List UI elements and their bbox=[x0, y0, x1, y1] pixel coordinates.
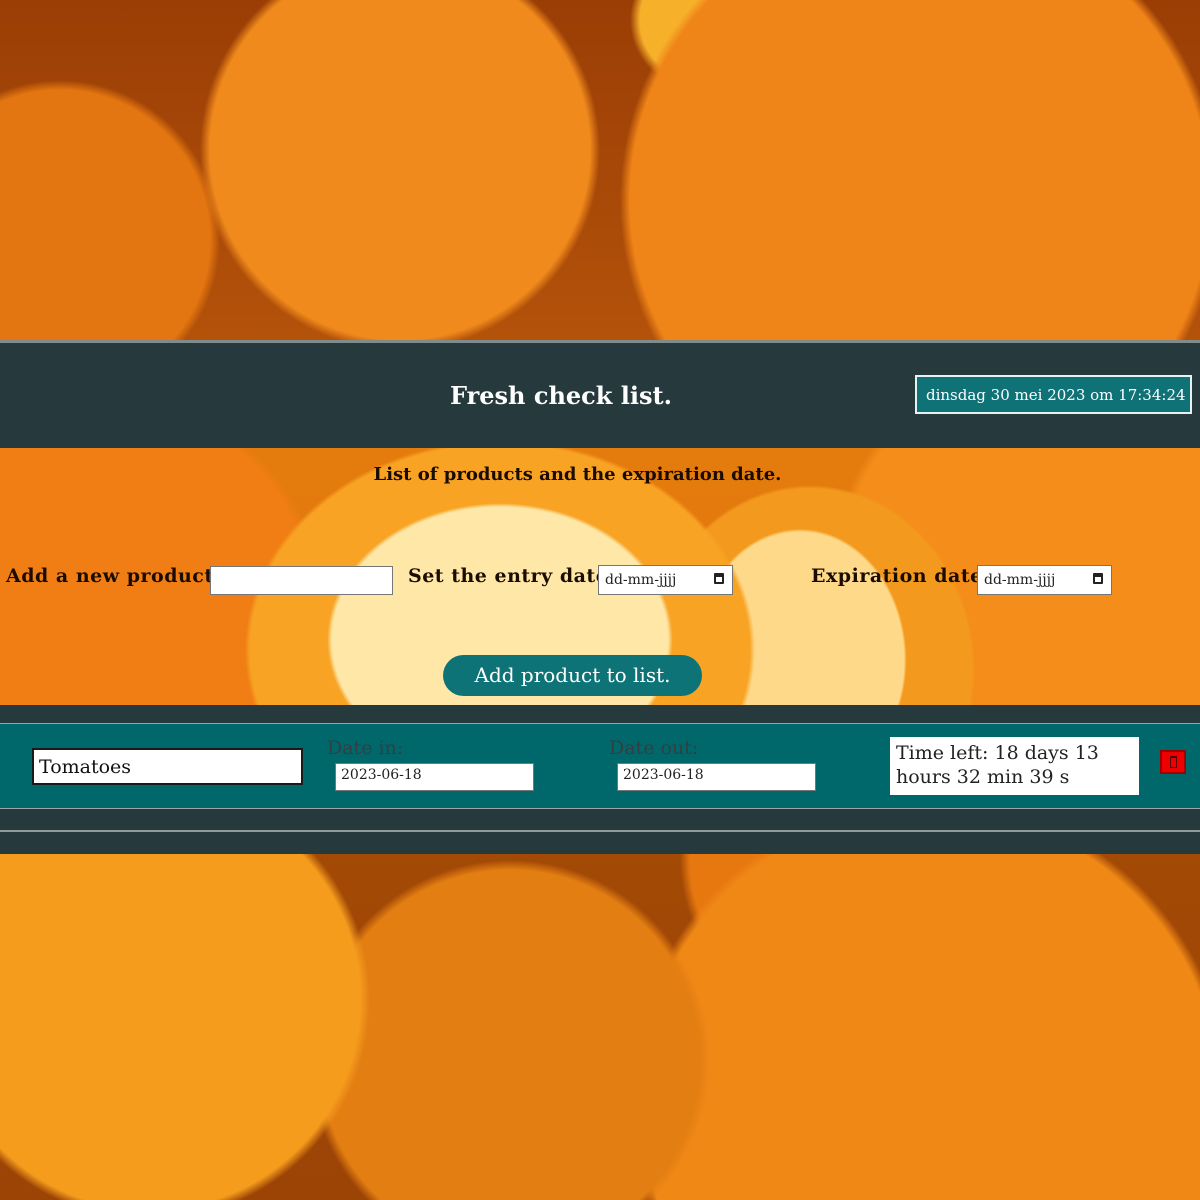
entry-date-label: Set the entry date: bbox=[408, 565, 616, 587]
time-left-display: Time left: 18 days 13 hours 32 min 39 s bbox=[890, 737, 1139, 795]
date-in-label: Date in: bbox=[327, 737, 404, 759]
page-title: Fresh check list. bbox=[450, 381, 672, 410]
date-time-display: dinsdag 30 mei 2023 om 17:34:24 bbox=[915, 375, 1192, 414]
list-subtitle: List of products and the expiration date… bbox=[373, 464, 782, 485]
trash-icon bbox=[1170, 756, 1177, 768]
product-name-field[interactable]: Tomatoes bbox=[32, 748, 303, 785]
calendar-icon[interactable] bbox=[714, 573, 724, 584]
add-product-button[interactable]: Add product to list. bbox=[443, 655, 702, 696]
product-name-input[interactable] bbox=[210, 566, 393, 595]
entry-date-input[interactable]: dd-mm-jjjj bbox=[598, 565, 733, 595]
entry-date-placeholder: dd-mm-jjjj bbox=[605, 572, 677, 588]
background-image-top bbox=[0, 0, 1200, 340]
divider bbox=[0, 830, 1200, 832]
date-out-label: Date out: bbox=[609, 737, 699, 759]
product-name-label: Add a new product: bbox=[6, 565, 222, 587]
date-in-field[interactable]: 2023-06-18 bbox=[335, 763, 534, 791]
product-row: Tomatoes Date in: 2023-06-18 Date out: 2… bbox=[0, 723, 1200, 809]
expiration-date-label: Expiration date: bbox=[811, 565, 991, 587]
expiration-date-placeholder: dd-mm-jjjj bbox=[984, 572, 1056, 588]
background-image-bottom bbox=[0, 854, 1200, 1200]
calendar-icon[interactable] bbox=[1093, 573, 1103, 584]
delete-product-button[interactable] bbox=[1160, 750, 1186, 774]
date-out-field[interactable]: 2023-06-18 bbox=[617, 763, 816, 791]
expiration-date-input[interactable]: dd-mm-jjjj bbox=[977, 565, 1112, 595]
header-bar: Fresh check list. dinsdag 30 mei 2023 om… bbox=[0, 340, 1200, 448]
